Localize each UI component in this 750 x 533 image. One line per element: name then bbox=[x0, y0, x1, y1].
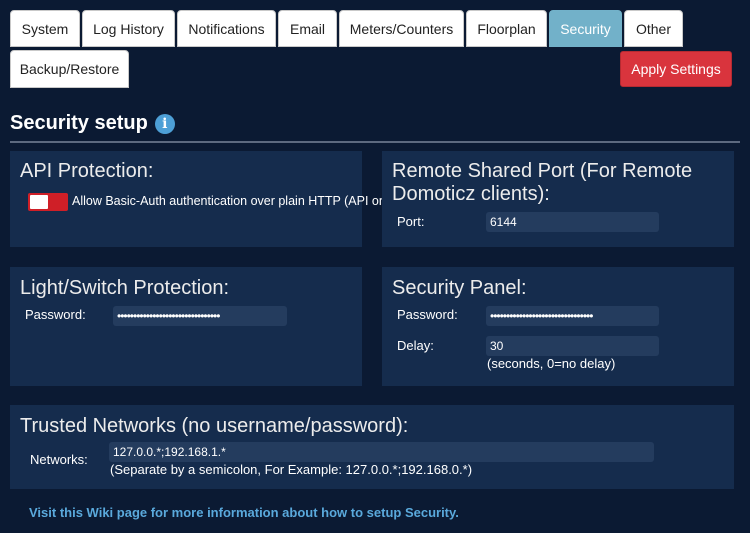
tab-log-history[interactable]: Log History bbox=[82, 10, 175, 47]
port-input[interactable]: 6144 bbox=[486, 212, 659, 232]
tab-notifications[interactable]: Notifications bbox=[177, 10, 276, 47]
apply-settings-button[interactable]: Apply Settings bbox=[620, 51, 732, 87]
tab-floorplan[interactable]: Floorplan bbox=[466, 10, 547, 47]
wiki-link[interactable]: Visit this Wiki page for more informatio… bbox=[29, 505, 459, 520]
tab-email[interactable]: Email bbox=[278, 10, 337, 47]
networks-label: Networks: bbox=[30, 452, 88, 467]
info-icon[interactable]: i bbox=[154, 113, 175, 134]
api-protection-title: API Protection: bbox=[20, 160, 154, 182]
tab-security[interactable]: Security bbox=[549, 10, 622, 47]
title-divider bbox=[10, 141, 740, 143]
toggle-knob bbox=[30, 195, 48, 209]
page-title-text: Security setup bbox=[10, 112, 148, 134]
delay-label: Delay: bbox=[397, 338, 434, 353]
light-switch-title: Light/Switch Protection: bbox=[20, 277, 229, 299]
port-label: Port: bbox=[397, 214, 425, 229]
trusted-networks-title: Trusted Networks (no username/password): bbox=[20, 415, 409, 437]
remote-port-title: Remote Shared Port (For Remote Domoticz … bbox=[392, 160, 693, 205]
security-password-label: Password: bbox=[397, 307, 458, 322]
delay-input[interactable]: 30 bbox=[486, 336, 659, 356]
page-title: Security setup i bbox=[10, 112, 175, 135]
networks-input[interactable]: 127.0.0.*;192.168.1.* bbox=[109, 442, 654, 462]
tab-meters-counters[interactable]: Meters/Counters bbox=[339, 10, 464, 47]
tab-backup-restore[interactable]: Backup/Restore bbox=[10, 50, 129, 88]
basic-auth-toggle[interactable] bbox=[28, 193, 68, 211]
networks-hint: (Separate by a semicolon, For Example: 1… bbox=[110, 462, 473, 477]
security-password-input[interactable]: •••••••••••••••••••••••••••••••• bbox=[486, 306, 659, 326]
light-password-input[interactable]: •••••••••••••••••••••••••••••••• bbox=[113, 306, 287, 326]
delay-hint: (seconds, 0=no delay) bbox=[487, 356, 616, 371]
security-panel-title: Security Panel: bbox=[392, 277, 527, 299]
light-password-label: Password: bbox=[25, 307, 86, 322]
tab-system[interactable]: System bbox=[10, 10, 80, 47]
basic-auth-label: Allow Basic-Auth authentication over pla… bbox=[72, 194, 403, 208]
tab-other[interactable]: Other bbox=[624, 10, 683, 47]
